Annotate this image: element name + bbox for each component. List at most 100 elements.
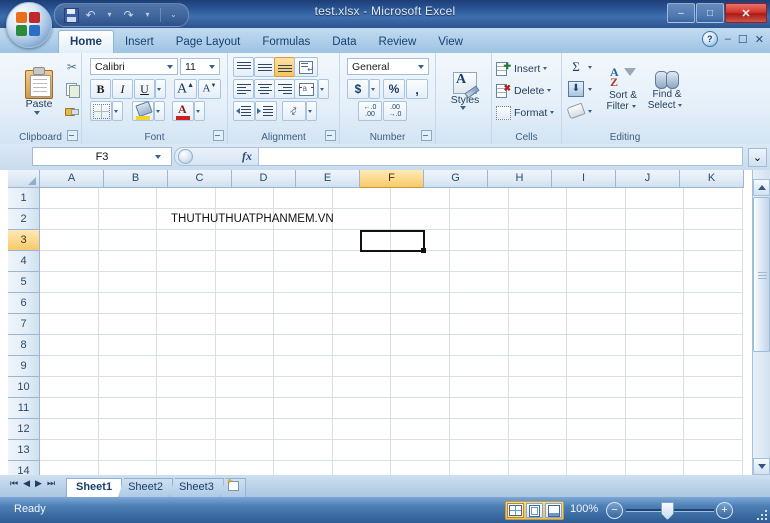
- maximize-button[interactable]: □: [696, 3, 724, 23]
- cell-B11[interactable]: [99, 398, 158, 419]
- clipboard-dialog-launcher[interactable]: [67, 130, 78, 141]
- cell-F1[interactable]: [333, 188, 392, 209]
- vertical-scrollbar[interactable]: [752, 170, 770, 475]
- cell-J12[interactable]: [567, 419, 626, 440]
- cell-C3[interactable]: [157, 230, 216, 251]
- cell-I14[interactable]: [509, 461, 568, 475]
- cell-D7[interactable]: [216, 314, 275, 335]
- cell-C9[interactable]: [157, 356, 216, 377]
- align-top-button[interactable]: [233, 57, 254, 77]
- save-icon[interactable]: [63, 7, 80, 24]
- autosum-button[interactable]: Σ: [566, 57, 586, 77]
- tab-review[interactable]: Review: [368, 32, 428, 53]
- cell-I4[interactable]: [509, 251, 568, 272]
- ribbon-close-icon[interactable]: ✕: [755, 33, 764, 46]
- cell-H9[interactable]: [450, 356, 509, 377]
- scroll-down-button[interactable]: [753, 458, 770, 475]
- row-header-4[interactable]: 4: [8, 251, 40, 272]
- cell-K8[interactable]: [626, 335, 685, 356]
- cell-J14[interactable]: [567, 461, 626, 475]
- cell-I1[interactable]: [509, 188, 568, 209]
- cell-A14[interactable]: [40, 461, 99, 475]
- cell-C10[interactable]: [157, 377, 216, 398]
- cell-C6[interactable]: [157, 293, 216, 314]
- cell-J5[interactable]: [567, 272, 626, 293]
- help-icon[interactable]: ?: [701, 31, 718, 47]
- cell-A13[interactable]: [40, 440, 99, 461]
- cell-G2[interactable]: [391, 209, 451, 230]
- tab-view[interactable]: View: [427, 32, 474, 53]
- cell-D12[interactable]: [216, 419, 275, 440]
- close-button[interactable]: ✕: [725, 3, 767, 23]
- delete-cells-button[interactable]: ✖ Delete: [496, 80, 555, 101]
- cancel-icon[interactable]: [178, 149, 193, 164]
- expand-formula-bar-icon[interactable]: ⌄: [748, 148, 767, 167]
- row-header-6[interactable]: 6: [8, 293, 40, 314]
- paste-button[interactable]: Paste: [14, 57, 64, 125]
- cell-H14[interactable]: [450, 461, 509, 475]
- cell-H3[interactable]: [450, 230, 509, 251]
- styles-button[interactable]: A Styles: [447, 59, 483, 121]
- cell-K12[interactable]: [626, 419, 685, 440]
- paste-dropdown-icon[interactable]: [34, 111, 40, 115]
- column-header-j[interactable]: J: [616, 170, 680, 188]
- borders-dropdown-icon[interactable]: [112, 101, 123, 121]
- cell-F9[interactable]: [333, 356, 392, 377]
- row-header-1[interactable]: 1: [8, 188, 40, 209]
- orientation-dropdown-icon[interactable]: [306, 101, 317, 121]
- tab-page-layout[interactable]: Page Layout: [165, 32, 252, 53]
- font-size-combo[interactable]: 11: [180, 58, 220, 75]
- cell-E6[interactable]: [274, 293, 333, 314]
- insert-dropdown-icon[interactable]: [543, 67, 548, 70]
- cell-A10[interactable]: [40, 377, 99, 398]
- select-all-icon[interactable]: [8, 170, 40, 188]
- cell-D11[interactable]: [216, 398, 275, 419]
- cell-K9[interactable]: [626, 356, 685, 377]
- row-header-11[interactable]: 11: [8, 398, 40, 419]
- cell-E10[interactable]: [274, 377, 333, 398]
- cell-G14[interactable]: [391, 461, 451, 475]
- cell-L4[interactable]: [684, 251, 743, 272]
- cell-H2[interactable]: [450, 209, 509, 230]
- cell-G9[interactable]: [391, 356, 451, 377]
- cell-J8[interactable]: [567, 335, 626, 356]
- cell-D8[interactable]: [216, 335, 275, 356]
- cell-D3[interactable]: [216, 230, 275, 251]
- cell-C8[interactable]: [157, 335, 216, 356]
- cell-G13[interactable]: [391, 440, 451, 461]
- zoom-slider-handle[interactable]: [661, 502, 674, 520]
- cell-D1[interactable]: [216, 188, 275, 209]
- cut-button[interactable]: ✂: [62, 57, 82, 77]
- cell-F11[interactable]: [333, 398, 392, 419]
- fill-color-dropdown-icon[interactable]: [154, 101, 165, 121]
- column-header-d[interactable]: D: [232, 170, 296, 188]
- cell-G4[interactable]: [391, 251, 451, 272]
- cell-F10[interactable]: [333, 377, 392, 398]
- cell-G12[interactable]: [391, 419, 451, 440]
- merge-center-button[interactable]: a: [294, 79, 318, 99]
- number-dialog-launcher[interactable]: [421, 130, 432, 141]
- column-header-f[interactable]: F: [360, 170, 424, 188]
- cell-F8[interactable]: [333, 335, 392, 356]
- underline-dropdown-icon[interactable]: [155, 79, 166, 99]
- number-format-dropdown-icon[interactable]: [418, 64, 424, 69]
- find-select-button[interactable]: Find & Select: [645, 57, 689, 121]
- row-header-10[interactable]: 10: [8, 377, 40, 398]
- cell-H7[interactable]: [450, 314, 509, 335]
- cell-E13[interactable]: [274, 440, 333, 461]
- orientation-button[interactable]: ⥂: [282, 101, 306, 121]
- cell-E5[interactable]: [274, 272, 333, 293]
- row-header-7[interactable]: 7: [8, 314, 40, 335]
- cell-F13[interactable]: [333, 440, 392, 461]
- cell-D4[interactable]: [216, 251, 275, 272]
- cell-L5[interactable]: [684, 272, 743, 293]
- cell-G8[interactable]: [391, 335, 451, 356]
- name-box-dropdown-icon[interactable]: [155, 155, 161, 159]
- cell-G5[interactable]: [391, 272, 451, 293]
- fill-button[interactable]: ⬇: [566, 79, 586, 99]
- row-header-13[interactable]: 13: [8, 440, 40, 461]
- font-name-dropdown-icon[interactable]: [167, 64, 173, 69]
- column-header-h[interactable]: H: [488, 170, 552, 188]
- scroll-up-button[interactable]: [753, 179, 770, 196]
- cell-K10[interactable]: [626, 377, 685, 398]
